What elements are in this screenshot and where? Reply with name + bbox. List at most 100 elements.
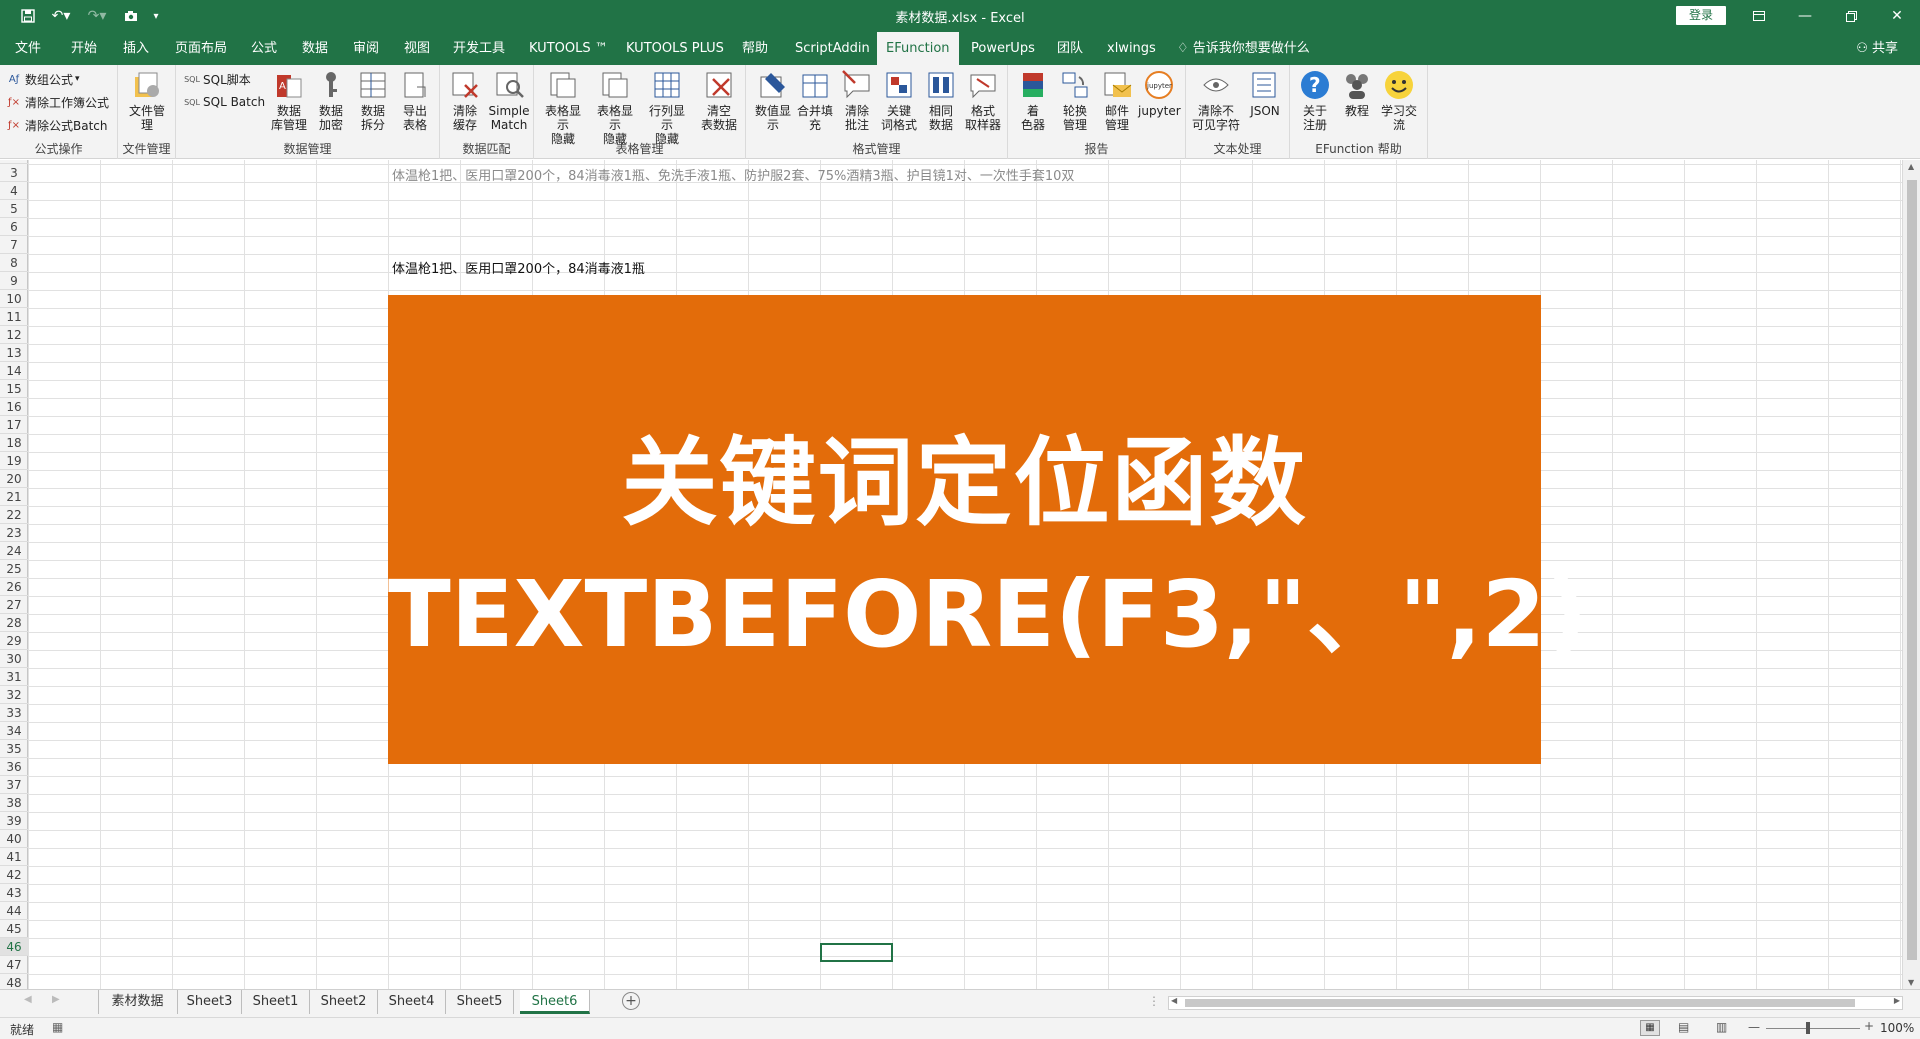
row-header[interactable]: 9 bbox=[0, 272, 28, 290]
zoom-in-icon[interactable]: + bbox=[1864, 1019, 1874, 1033]
keyword-format-button[interactable]: 关键 词格式 bbox=[878, 69, 920, 145]
scroll-up-icon[interactable]: ▲ bbox=[1908, 162, 1914, 171]
prev-sheet-icon[interactable]: ◀ bbox=[24, 994, 32, 1005]
vertical-scroll-thumb[interactable] bbox=[1907, 180, 1917, 960]
row-header[interactable]: 10 bbox=[0, 290, 28, 308]
row-header[interactable]: 37 bbox=[0, 776, 28, 794]
row-header[interactable]: 26 bbox=[0, 578, 28, 596]
tab-kutools[interactable]: KUTOOLS ™ bbox=[520, 32, 617, 65]
selected-cell[interactable] bbox=[820, 943, 893, 962]
zoom-slider-thumb[interactable] bbox=[1806, 1022, 1810, 1034]
sql-script-button[interactable]: SQL SQL脚本 bbox=[184, 68, 251, 90]
splitter-handle-icon[interactable]: ⋮ bbox=[1148, 994, 1160, 1008]
json-button[interactable]: JSON bbox=[1244, 69, 1286, 145]
export-table-button[interactable]: 导出 表格 bbox=[394, 69, 436, 145]
tab-insert[interactable]: 插入 bbox=[114, 32, 158, 65]
tab-formulas[interactable]: 公式 bbox=[242, 32, 286, 65]
row-header[interactable]: 16 bbox=[0, 398, 28, 416]
scroll-left-icon[interactable]: ◀ bbox=[1171, 996, 1177, 1005]
row-header[interactable]: 41 bbox=[0, 848, 28, 866]
clear-cache-button[interactable]: 清除 缓存 bbox=[444, 69, 486, 145]
sheet-tab[interactable]: Sheet1 bbox=[242, 990, 310, 1014]
database-mgmt-button[interactable]: A 数据 库管理 bbox=[268, 69, 310, 145]
row-header[interactable]: 33 bbox=[0, 704, 28, 722]
row-header[interactable]: 29 bbox=[0, 632, 28, 650]
tab-page-layout[interactable]: 页面布局 bbox=[166, 32, 236, 65]
tab-team[interactable]: 团队 bbox=[1048, 32, 1092, 65]
row-header[interactable]: 38 bbox=[0, 794, 28, 812]
horizontal-scrollbar[interactable]: ◀ ▶ bbox=[1168, 996, 1903, 1010]
row-header[interactable]: 46 bbox=[0, 938, 28, 956]
undo-icon[interactable]: ↶▾ bbox=[48, 6, 74, 26]
row-header[interactable]: 20 bbox=[0, 470, 28, 488]
mail-mgmt-button[interactable]: 邮件 管理 bbox=[1096, 69, 1138, 145]
table-show-hide-button[interactable]: 表格显示 隐藏 bbox=[542, 69, 584, 146]
minimize-icon[interactable]: — bbox=[1782, 0, 1828, 32]
redo-icon[interactable]: ↷▾ bbox=[84, 6, 110, 26]
row-header[interactable]: 42 bbox=[0, 866, 28, 884]
next-sheet-icon[interactable]: ▶ bbox=[52, 994, 60, 1005]
number-display-button[interactable]: 数值显 示 bbox=[752, 69, 794, 145]
horizontal-scroll-thumb[interactable] bbox=[1185, 999, 1855, 1007]
sheet-tab-active[interactable]: Sheet6 bbox=[520, 990, 590, 1014]
clear-comments-button[interactable]: 清除 批注 bbox=[836, 69, 878, 145]
row-header[interactable]: 44 bbox=[0, 902, 28, 920]
scroll-right-icon[interactable]: ▶ bbox=[1894, 996, 1900, 1005]
page-break-view-icon[interactable]: ▥ bbox=[1716, 1020, 1727, 1034]
sheet-tab[interactable]: Sheet2 bbox=[310, 990, 378, 1014]
row-header[interactable]: 40 bbox=[0, 830, 28, 848]
close-icon[interactable]: ✕ bbox=[1874, 0, 1920, 32]
sheet-tab[interactable]: 素材数据 bbox=[98, 990, 178, 1014]
jupyter-button[interactable]: jupyter jupyter bbox=[1138, 69, 1181, 145]
row-header[interactable]: 47 bbox=[0, 956, 28, 974]
row-header[interactable]: 12 bbox=[0, 326, 28, 344]
row-header[interactable]: 34 bbox=[0, 722, 28, 740]
page-layout-view-icon[interactable]: ▤ bbox=[1678, 1020, 1689, 1034]
row-header[interactable]: 4 bbox=[0, 182, 28, 200]
table-show-hide-button-2[interactable]: 表格显示 隐藏 bbox=[594, 69, 636, 146]
row-header[interactable]: 24 bbox=[0, 542, 28, 560]
learn-exchange-button[interactable]: 学习交 流 bbox=[1378, 69, 1420, 145]
tab-kutools-plus[interactable]: KUTOOLS PLUS bbox=[617, 32, 733, 65]
tutorial-button[interactable]: 教程 bbox=[1336, 69, 1378, 145]
clear-invisible-chars-button[interactable]: 清除不 可见字符 bbox=[1192, 69, 1240, 145]
row-header[interactable]: 8 bbox=[0, 254, 28, 272]
clear-formulas-batch-button[interactable]: ƒ× 清除公式Batch bbox=[6, 114, 107, 136]
row-header[interactable]: 7 bbox=[0, 236, 28, 254]
row-header[interactable]: 3 bbox=[0, 164, 28, 182]
row-header[interactable]: 35 bbox=[0, 740, 28, 758]
row-header[interactable]: 17 bbox=[0, 416, 28, 434]
ribbon-display-icon[interactable] bbox=[1736, 0, 1782, 32]
tab-scriptaddin[interactable]: ScriptAddin bbox=[786, 32, 879, 65]
tab-xlwings[interactable]: xlwings bbox=[1098, 32, 1165, 65]
tab-view[interactable]: 视图 bbox=[395, 32, 439, 65]
row-header[interactable]: 27 bbox=[0, 596, 28, 614]
row-col-show-hide-button[interactable]: 行列显示 隐藏 bbox=[646, 69, 688, 146]
array-formula-button[interactable]: Aƒ 数组公式 ▾ bbox=[6, 68, 80, 90]
scroll-down-icon[interactable]: ▼ bbox=[1908, 978, 1914, 987]
row-header[interactable]: 15 bbox=[0, 380, 28, 398]
sheet-tab[interactable]: Sheet4 bbox=[378, 990, 446, 1014]
tab-help[interactable]: 帮助 bbox=[733, 32, 777, 65]
row-header[interactable]: 31 bbox=[0, 668, 28, 686]
vertical-scrollbar[interactable]: ▲ ▼ bbox=[1902, 160, 1920, 989]
simple-match-button[interactable]: Simple Match bbox=[488, 69, 530, 145]
cell-f3[interactable]: 体温枪1把、医用口罩200个，84消毒液1瓶、免洗手液1瓶、防护服2套、75%酒… bbox=[392, 165, 1074, 184]
row-header[interactable]: 32 bbox=[0, 686, 28, 704]
share-button[interactable]: ⚇ 共享 bbox=[1856, 32, 1898, 65]
rotation-mgmt-button[interactable]: 轮换 管理 bbox=[1054, 69, 1096, 145]
tab-file[interactable]: 文件 bbox=[6, 32, 50, 65]
sheet-tab[interactable]: Sheet5 bbox=[446, 990, 514, 1014]
cell-f8[interactable]: 体温枪1把、医用口罩200个，84消毒液1瓶 bbox=[392, 258, 645, 277]
row-header[interactable]: 30 bbox=[0, 650, 28, 668]
camera-icon[interactable] bbox=[118, 6, 144, 26]
macro-record-icon[interactable]: ▦ bbox=[52, 1020, 63, 1034]
row-header[interactable]: 48 bbox=[0, 974, 28, 989]
row-header[interactable]: 13 bbox=[0, 344, 28, 362]
row-header[interactable]: 23 bbox=[0, 524, 28, 542]
customize-qat-icon[interactable]: ▾ bbox=[148, 6, 164, 26]
row-header[interactable]: 6 bbox=[0, 218, 28, 236]
clear-workbook-formulas-button[interactable]: ƒ× 清除工作簿公式 bbox=[6, 91, 109, 113]
row-header[interactable]: 5 bbox=[0, 200, 28, 218]
row-header[interactable]: 21 bbox=[0, 488, 28, 506]
